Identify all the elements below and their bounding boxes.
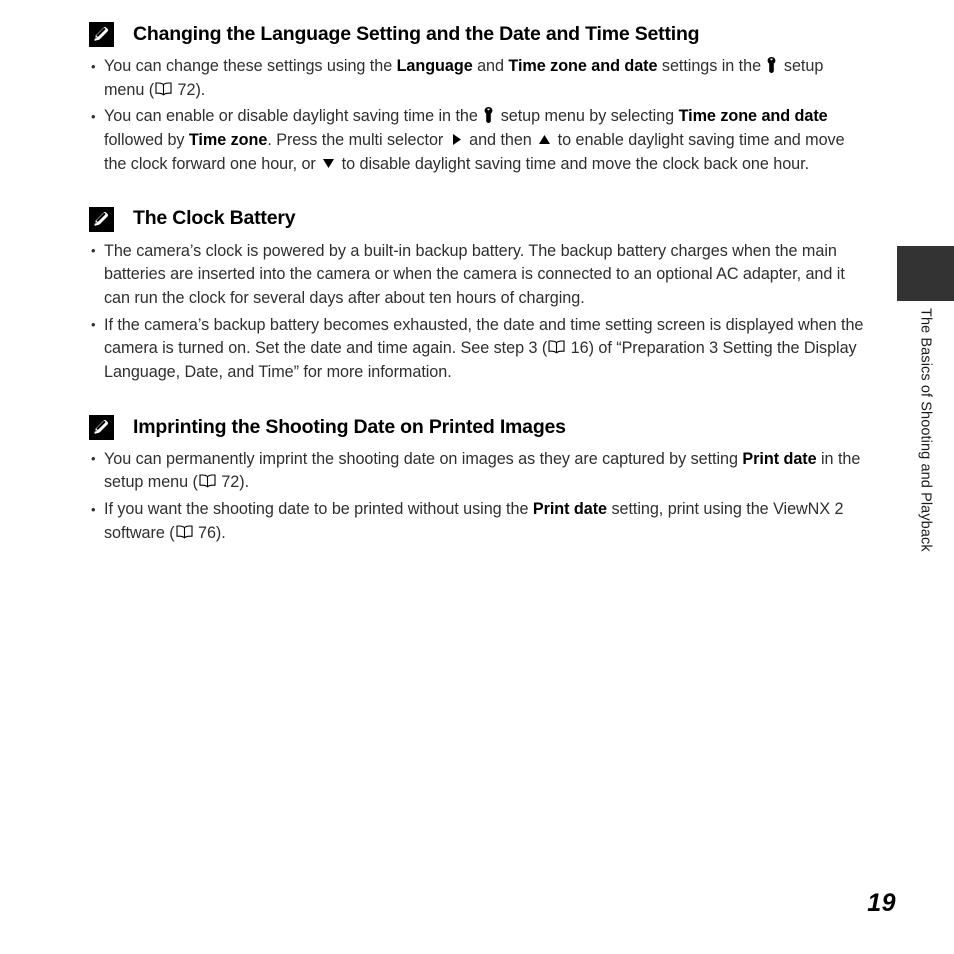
pencil-note-icon (89, 22, 114, 47)
note-heading: Imprinting the Shooting Date on Printed … (89, 414, 865, 440)
chapter-tab-marker (897, 246, 954, 301)
list-item: You can enable or disable daylight savin… (89, 105, 865, 176)
open-book-icon (199, 474, 216, 488)
manual-page: Changing the Language Setting and the Da… (0, 0, 954, 954)
emphasized-term: Time zone and date (678, 107, 828, 126)
pencil-note-icon (89, 414, 114, 440)
note-title: Imprinting the Shooting Date on Printed … (133, 415, 566, 438)
wrench-icon (766, 57, 777, 73)
triangle-right-icon (450, 133, 463, 146)
list-item: You can change these settings using the … (89, 54, 865, 102)
chapter-tab-label-text: The Basics of Shooting and Playback (917, 308, 934, 552)
note-section-clock-battery: The Clock Battery The camera’s clock is p… (89, 206, 865, 385)
wrench-icon (483, 107, 494, 124)
note-heading: The Clock Battery (89, 206, 865, 232)
note-section-imprinting-shooting-date: Imprinting the Shooting Date on Printed … (89, 414, 865, 546)
open-book-icon (155, 82, 172, 96)
emphasized-term: Print date (532, 500, 608, 519)
note-title: Changing the Language Setting and the Da… (133, 22, 700, 45)
triangle-up-icon (538, 133, 551, 146)
emphasized-term: Print date (742, 449, 817, 468)
note-bullet-list: The camera’s clock is powered by a built… (89, 239, 865, 385)
triangle-down-icon (322, 157, 335, 170)
chapter-tab-label: The Basics of Shooting and Playback (897, 308, 954, 628)
page-number: 19 (867, 889, 896, 917)
emphasized-term: Time zone (188, 131, 268, 150)
open-book-icon (176, 525, 193, 539)
note-title: The Clock Battery (133, 207, 296, 230)
note-bullet-list: You can permanently imprint the shooting… (89, 447, 865, 546)
page-content: Changing the Language Setting and the Da… (89, 22, 865, 570)
emphasized-term: Language (396, 57, 473, 75)
list-item: You can permanently imprint the shooting… (89, 447, 865, 495)
emphasized-term: Time zone and date (508, 57, 658, 75)
note-section-language-date-time: Changing the Language Setting and the Da… (89, 22, 865, 177)
pencil-note-icon (89, 206, 114, 232)
list-item: If the camera’s backup battery becomes e… (89, 313, 865, 385)
list-item: The camera’s clock is powered by a built… (89, 239, 865, 311)
note-heading: Changing the Language Setting and the Da… (89, 22, 865, 47)
open-book-icon (548, 340, 565, 354)
note-bullet-list: You can change these settings using the … (89, 54, 865, 177)
list-item: If you want the shooting date to be prin… (89, 498, 865, 545)
